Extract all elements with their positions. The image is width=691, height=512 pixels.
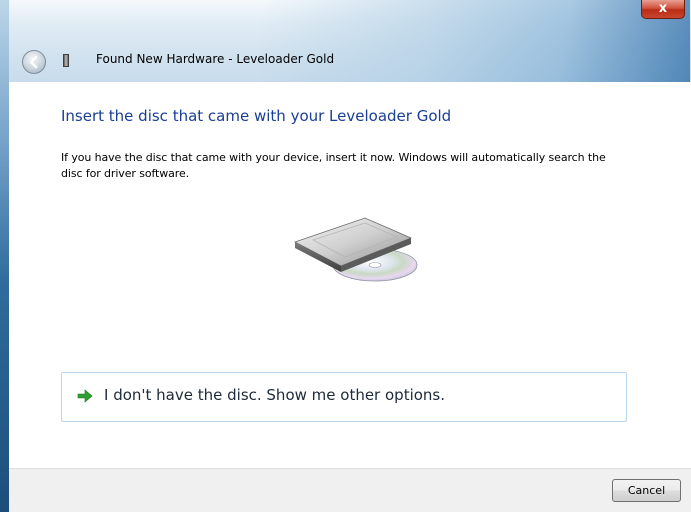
dialog-header: Found New Hardware - Leveloader Gold — [9, 44, 691, 82]
green-arrow-icon — [77, 389, 93, 403]
back-arrow-icon — [29, 55, 38, 69]
body-text: If you have the disc that came with your… — [61, 151, 606, 180]
window-left-border — [0, 0, 9, 512]
other-options-label: I don't have the disc. Show me other opt… — [104, 386, 446, 404]
main-instruction: Insert the disc that came with your Leve… — [61, 107, 452, 125]
usb-device-icon — [63, 54, 69, 67]
close-button[interactable]: x — [641, 0, 685, 19]
other-options-link[interactable]: I don't have the disc. Show me other opt… — [61, 372, 627, 422]
cancel-button[interactable]: Cancel — [612, 479, 681, 502]
window-title: Found New Hardware - Leveloader Gold — [96, 52, 335, 66]
found-new-hardware-dialog: x Found New Hardware - Leveloader Gold I… — [0, 0, 691, 512]
dialog-footer: Cancel — [9, 468, 691, 512]
disc-drive-icon — [293, 217, 418, 282]
back-button[interactable] — [22, 50, 46, 74]
dialog-content: Insert the disc that came with your Leve… — [9, 82, 691, 468]
